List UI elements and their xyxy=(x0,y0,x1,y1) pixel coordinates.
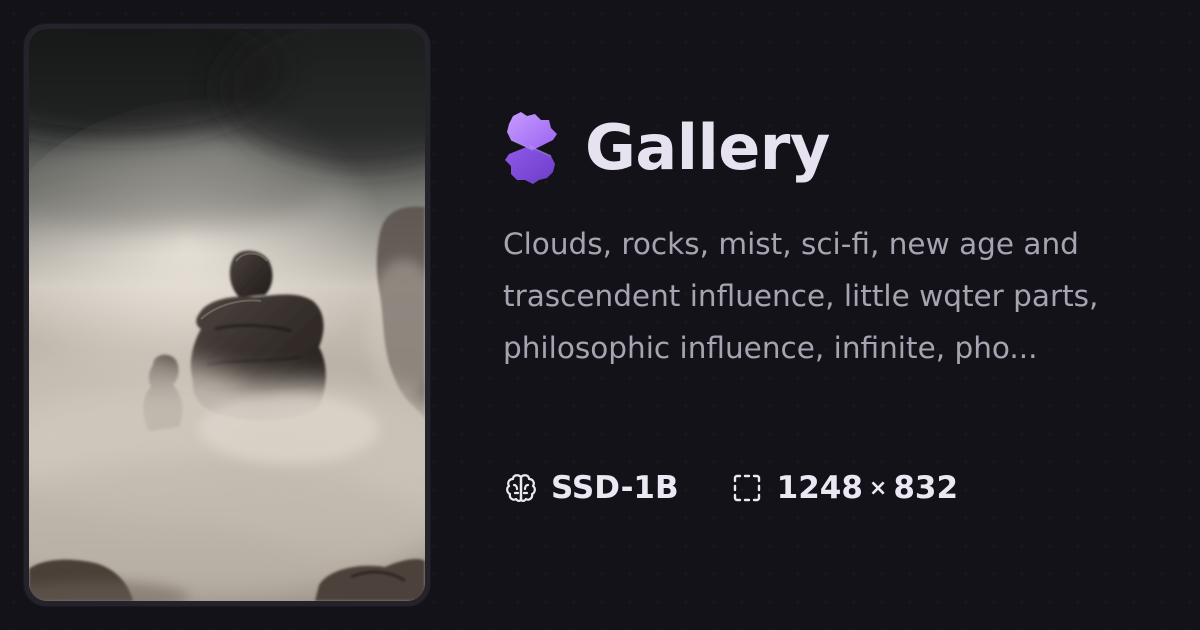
brain-icon xyxy=(503,470,539,506)
model-info: SSD-1B xyxy=(503,470,679,506)
dimensions-frame-icon xyxy=(729,470,765,506)
dimensions-info: 1248 × 832 xyxy=(729,470,958,506)
image-dimensions: 1248 × 832 xyxy=(776,469,959,506)
image-metadata: SSD-1B 1248 × 832 xyxy=(503,466,958,510)
page-title: Gallery xyxy=(585,111,830,184)
header: Gallery xyxy=(503,108,830,188)
generated-image xyxy=(29,29,425,601)
image-prompt-description: Clouds, rocks, mist, sci-fi, new age and… xyxy=(503,227,1099,365)
gallery-logo-icon xyxy=(503,110,559,186)
image-width: 1248 xyxy=(776,469,863,506)
gallery-image-card[interactable] xyxy=(24,24,430,606)
model-name: SSD-1B xyxy=(551,469,679,506)
dimensions-separator: × xyxy=(868,476,888,501)
image-height: 832 xyxy=(893,469,959,506)
